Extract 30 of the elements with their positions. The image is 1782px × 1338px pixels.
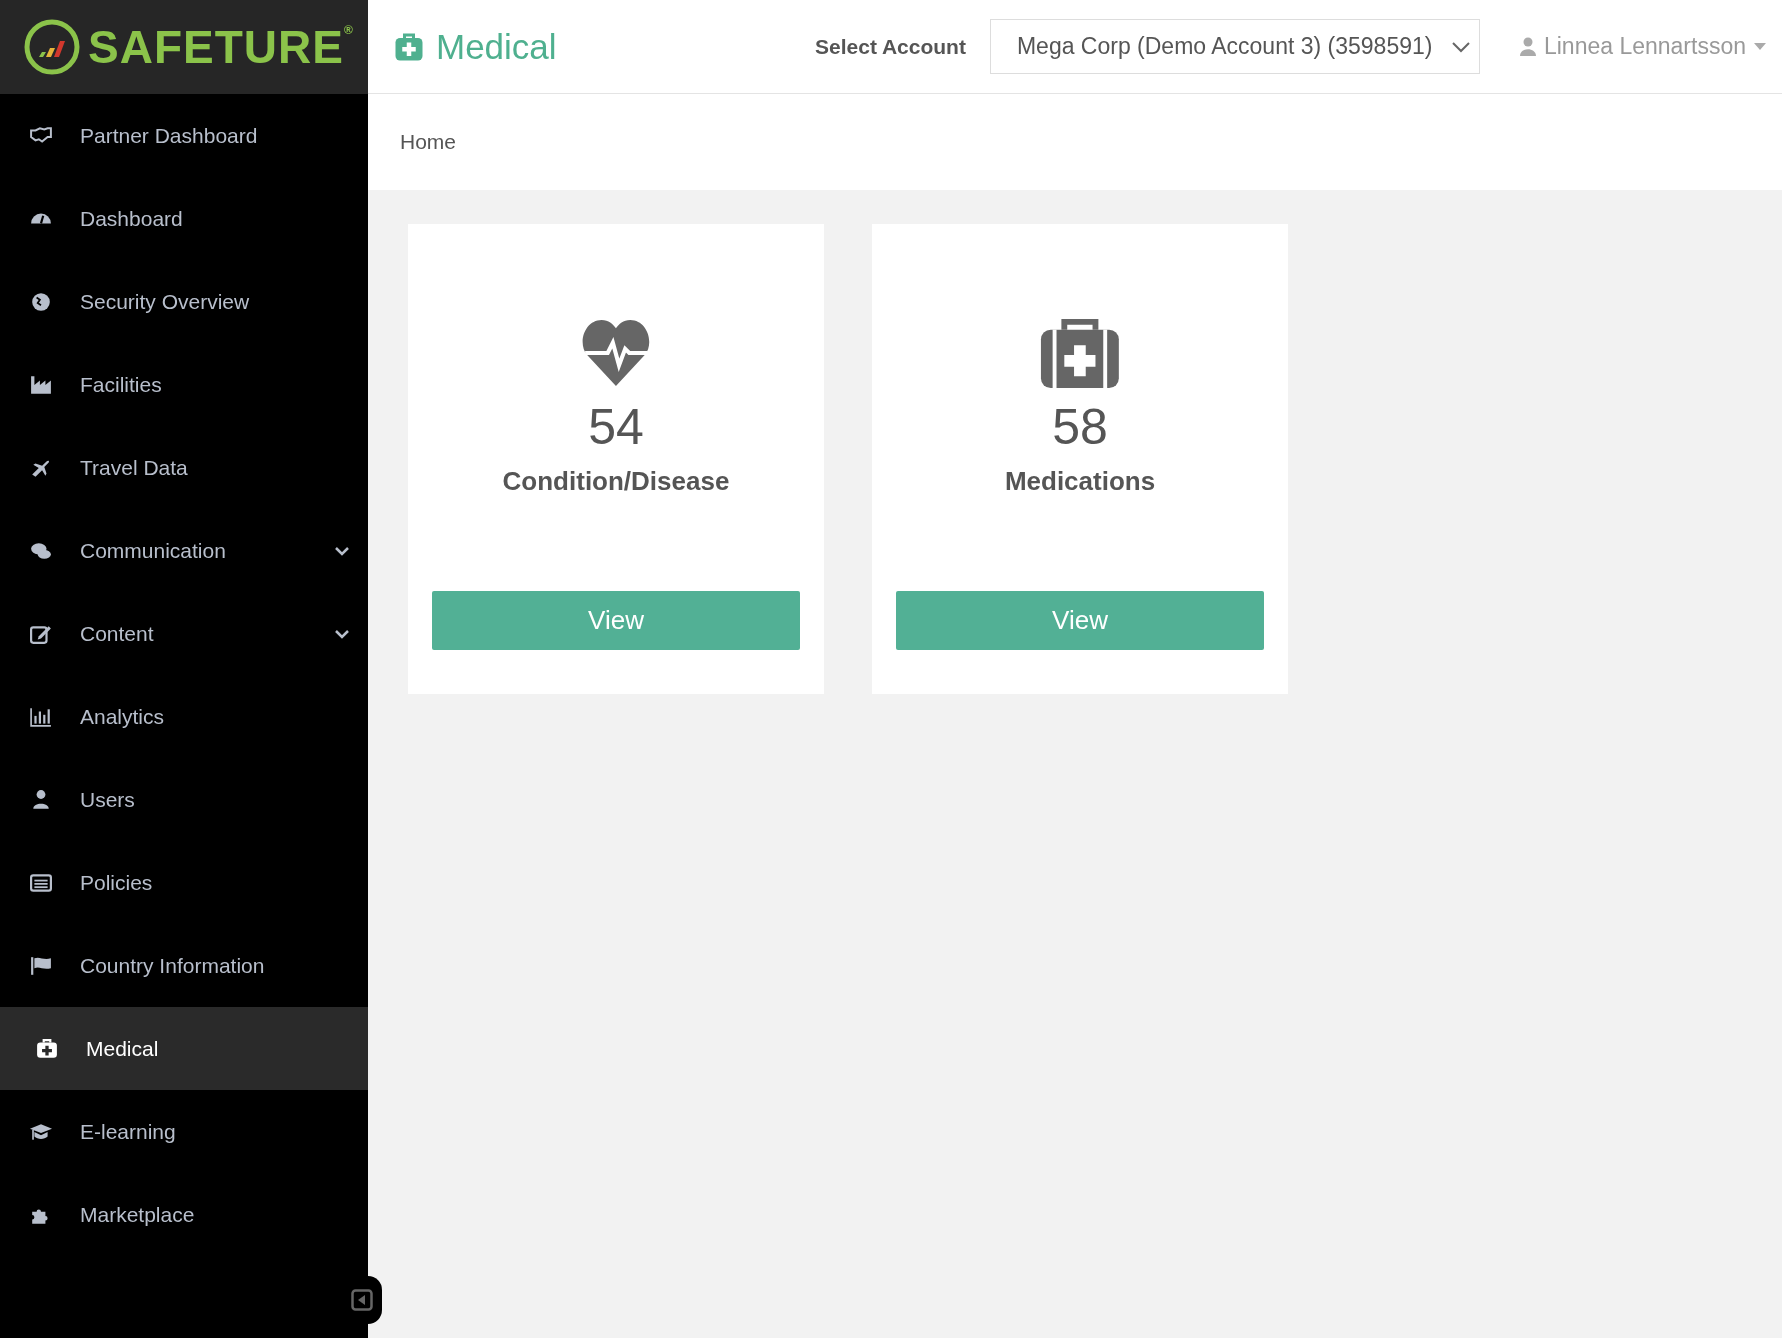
first-aid-kit-icon	[392, 31, 426, 62]
sidebar-item[interactable]: Security Overview	[0, 260, 368, 343]
sidebar-item[interactable]: Users	[0, 758, 368, 841]
page-title: Medical	[436, 26, 557, 67]
sidebar-item[interactable]: Country Information	[0, 924, 368, 1007]
logo-icon	[24, 19, 80, 75]
caret-icon	[1754, 42, 1766, 51]
sidebar-item[interactable]: Travel Data	[0, 426, 368, 509]
sidebar-item[interactable]: Partner Dashboard	[0, 94, 368, 177]
sidebar-item[interactable]: Medical	[0, 1007, 368, 1090]
sidebar-item[interactable]: Content	[0, 592, 368, 675]
card-title: Medications	[1004, 466, 1156, 497]
user-icon	[1519, 36, 1536, 57]
collapse-left-icon	[351, 1289, 373, 1311]
chevron-down-icon	[1450, 40, 1471, 53]
breadcrumb-link[interactable]: Home	[400, 130, 457, 154]
account-label: Select Account	[815, 34, 966, 59]
sidebar-item[interactable]: Dashboard	[0, 177, 368, 260]
count: 58	[1052, 402, 1108, 452]
sidebar-item[interactable]: Analytics	[0, 675, 368, 758]
first-aid-kit-icon	[1039, 316, 1121, 390]
sidebar-item[interactable]: Communication	[0, 509, 368, 592]
account-select[interactable]: Mega Corp (Demo Account 3) (3598591)	[989, 19, 1480, 74]
sidebar-item[interactable]: E-learning	[0, 1090, 368, 1173]
sidebar-item[interactable]: Facilities	[0, 343, 368, 426]
sidebar-item[interactable]: Policies	[0, 841, 368, 924]
brand-name: SAFETURE®	[88, 24, 354, 70]
sidebar-item[interactable]: Marketplace	[0, 1173, 368, 1256]
count: 54	[588, 402, 644, 452]
card-title: Condition/Disease	[502, 466, 730, 497]
